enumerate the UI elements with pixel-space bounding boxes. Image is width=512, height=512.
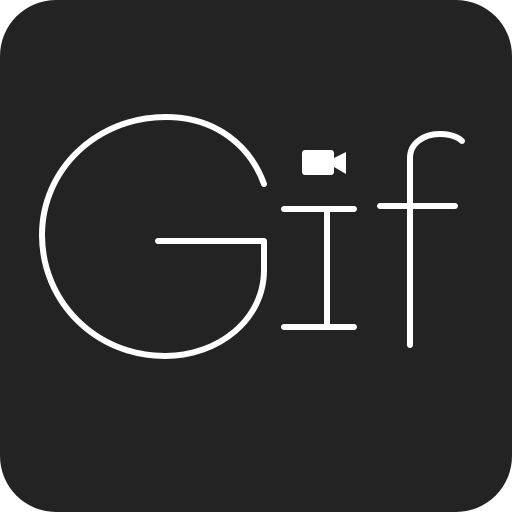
gif-logo (0, 0, 512, 512)
icon-background (0, 0, 512, 512)
gif-app-icon[interactable] (0, 0, 512, 512)
